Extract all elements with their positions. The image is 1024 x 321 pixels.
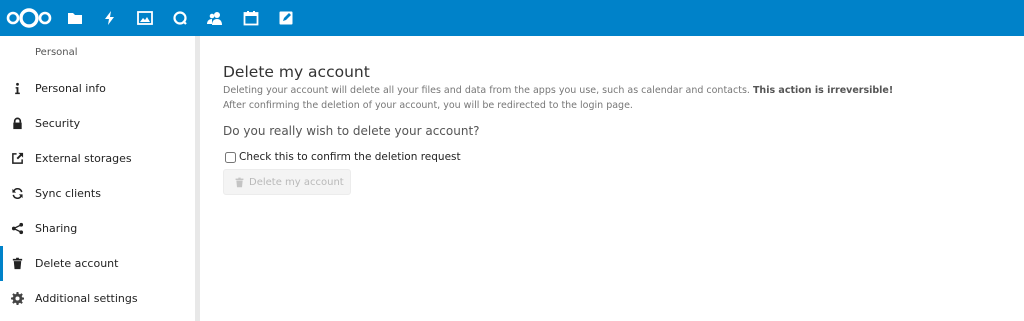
sidebar-item-label: Sync clients xyxy=(35,187,101,200)
description-line-2: After confirming the deletion of your ac… xyxy=(223,100,633,111)
page-title: Delete my account xyxy=(223,63,370,81)
confirm-row: Check this to confirm the deletion reque… xyxy=(225,151,461,163)
confirm-checkbox-label[interactable]: Check this to confirm the deletion reque… xyxy=(239,151,461,163)
calendar-icon[interactable] xyxy=(241,8,261,28)
sidebar-item-label: External storages xyxy=(35,152,132,165)
top-header xyxy=(0,0,1024,36)
share-icon xyxy=(10,222,24,236)
sidebar-item-delete-account[interactable]: Delete account xyxy=(0,246,196,281)
sidebar-item-label: Additional settings xyxy=(35,292,138,305)
trash-icon xyxy=(10,257,24,271)
sidebar-item-label: Sharing xyxy=(35,222,78,235)
lock-icon xyxy=(10,117,24,131)
confirm-checkbox[interactable] xyxy=(225,151,236,163)
sync-icon xyxy=(10,187,24,201)
sidebar-item-label: Personal info xyxy=(35,82,106,95)
settings-sidebar: Personal Personal info Security External… xyxy=(0,36,196,321)
gear-icon xyxy=(10,292,24,306)
sidebar-item-additional-settings[interactable]: Additional settings xyxy=(0,281,196,316)
sidebar-item-external-storages[interactable]: External storages xyxy=(0,141,196,176)
sidebar-item-label: Delete account xyxy=(35,257,119,270)
sidebar-item-sync-clients[interactable]: Sync clients xyxy=(0,176,196,211)
delete-button-label: Delete my account xyxy=(249,176,344,188)
sidebar-item-personal-info[interactable]: Personal info xyxy=(0,71,196,106)
description-text: Deleting your account will delete all yo… xyxy=(223,85,750,96)
edit-note-icon[interactable] xyxy=(276,8,296,28)
sidebar-item-sharing[interactable]: Sharing xyxy=(0,211,196,246)
external-link-icon xyxy=(10,152,24,166)
nextcloud-logo-icon[interactable] xyxy=(5,7,53,29)
trash-icon xyxy=(235,177,244,187)
lightning-icon[interactable] xyxy=(100,8,120,28)
active-indicator xyxy=(0,246,3,281)
info-icon xyxy=(10,82,24,96)
contacts-icon[interactable] xyxy=(205,8,225,28)
sidebar-item-label: Security xyxy=(35,117,81,130)
folder-icon[interactable] xyxy=(65,8,85,28)
confirm-question: Do you really wish to delete your accoun… xyxy=(223,124,480,138)
delete-account-button[interactable]: Delete my account xyxy=(223,169,351,195)
sidebar-heading: Personal xyxy=(35,47,78,58)
sidebar-item-security[interactable]: Security xyxy=(0,106,196,141)
irreversible-warning: This action is irreversible! xyxy=(752,85,894,96)
image-icon[interactable] xyxy=(135,8,155,28)
description-line-1: Deleting your account will delete all yo… xyxy=(223,85,893,96)
chat-bubble-icon[interactable] xyxy=(170,8,190,28)
main-content: Delete my account Deleting your account … xyxy=(200,36,1024,321)
